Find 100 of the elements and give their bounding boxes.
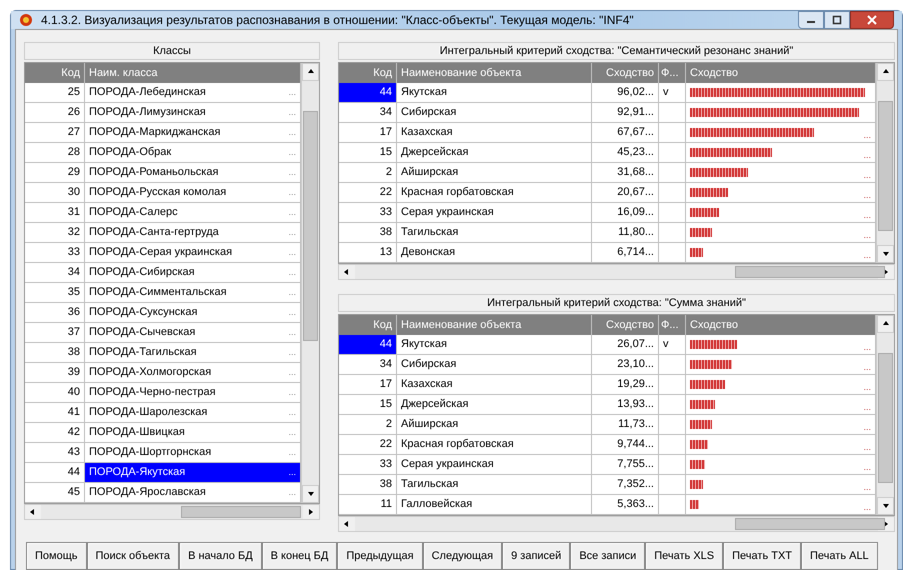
scrollbar-thumb[interactable]	[878, 101, 893, 231]
table-cell: Казахская	[397, 123, 592, 143]
table-row[interactable]: 22 Красная горбатовская 20,67... ...	[339, 183, 876, 203]
table-row[interactable]: 44 ПОРОДА-Якутская ...	[25, 463, 301, 483]
table-row[interactable]: 34 Сибирская 23,10... ...	[339, 355, 876, 375]
table-row[interactable]: 35 ПОРОДА-Симментальская ...	[25, 283, 301, 303]
table-row[interactable]: 38 ПОРОДА-Тагильская ...	[25, 343, 301, 363]
table-row[interactable]: 28 ПОРОДА-Обрак ...	[25, 143, 301, 163]
table-cell: 38	[339, 475, 397, 495]
table-cell: Серая украинская	[397, 455, 592, 475]
table-cell: Джерсейская	[397, 143, 592, 163]
table-cell: Тагильская	[397, 223, 592, 243]
vertical-scrollbar[interactable]	[876, 315, 894, 515]
table-row[interactable]: 31 ПОРОДА-Салерс ...	[25, 203, 301, 223]
toolbar-button[interactable]: Следующая	[422, 542, 502, 570]
table-cell: 17	[339, 375, 397, 395]
table-row[interactable]: 15 Джерсейская 45,23... ...	[339, 143, 876, 163]
table-row[interactable]: 29 ПОРОДА-Романьольская ...	[25, 163, 301, 183]
table-row[interactable]: 38 Тагильская 7,352... ...	[339, 475, 876, 495]
table-cell: 38	[339, 223, 397, 243]
class-name: ПОРОДА-Лимузинская	[89, 105, 206, 120]
table-row[interactable]: 26 ПОРОДА-Лимузинская ...	[25, 103, 301, 123]
toolbar-button[interactable]: Предыдущая	[337, 542, 423, 570]
horizontal-scrollbar[interactable]	[338, 264, 895, 280]
column-header[interactable]: Наименование объекта	[397, 315, 592, 335]
table-cell: 15	[339, 143, 397, 163]
table-row[interactable]: 22 Красная горбатовская 9,744... ...	[339, 435, 876, 455]
table-cell: Айширская	[397, 163, 592, 183]
table-row[interactable]: 43 ПОРОДА-Шортгорнская ...	[25, 443, 301, 463]
table-row[interactable]: 2 Айширская 11,73... ...	[339, 415, 876, 435]
table-row[interactable]: 37 ПОРОДА-Сычевская ...	[25, 323, 301, 343]
table-row[interactable]: 32 ПОРОДА-Санта-гертруда ...	[25, 223, 301, 243]
table-row[interactable]: 38 Тагильская 11,80... ...	[339, 223, 876, 243]
table-row[interactable]: 17 Казахская 19,29... ...	[339, 375, 876, 395]
toolbar-button[interactable]: Поиск объекта	[86, 542, 180, 570]
column-header[interactable]: Наименование объекта	[397, 63, 592, 83]
scrollbar-thumb[interactable]	[735, 266, 885, 278]
table-row[interactable]: 17 Казахская 67,67... ...	[339, 123, 876, 143]
toolbar-button[interactable]: 9 записей	[502, 542, 570, 570]
toolbar-button[interactable]: Все записи	[570, 542, 646, 570]
table-row[interactable]: 44 Якутская 26,07... v ...	[339, 335, 876, 355]
column-header[interactable]: Сходство	[592, 63, 659, 83]
column-header[interactable]: Сходство	[686, 315, 876, 335]
class-name: ПОРОДА-Лебединская	[89, 85, 206, 100]
scrollbar-thumb[interactable]	[735, 518, 885, 530]
close-button[interactable]	[850, 11, 894, 29]
ellipsis: ...	[288, 266, 296, 279]
ellipsis: ...	[288, 406, 296, 419]
table-row[interactable]: 27 ПОРОДА-Маркиджанская ...	[25, 123, 301, 143]
table-cell: Казахская	[397, 375, 592, 395]
table-row[interactable]: 39 ПОРОДА-Холмогорская ...	[25, 363, 301, 383]
scrollbar-thumb[interactable]	[181, 506, 301, 518]
horizontal-scrollbar[interactable]	[24, 504, 320, 520]
table-row[interactable]: 44 Якутская 96,02... v	[339, 83, 876, 103]
column-header[interactable]: Наим. класса	[85, 63, 301, 83]
table-row[interactable]: 34 ПОРОДА-Сибирская ...	[25, 263, 301, 283]
table-row[interactable]: 15 Джерсейская 13,93... ...	[339, 395, 876, 415]
table-row[interactable]: 42 ПОРОДА-Швицкая ...	[25, 423, 301, 443]
toolbar-button[interactable]: Помощь	[26, 542, 86, 570]
column-header[interactable]: Код	[339, 63, 397, 83]
table-row[interactable]: 36 ПОРОДА-Суксунская ...	[25, 303, 301, 323]
table-cell: 5,363...	[592, 495, 659, 515]
ellipsis: ...	[288, 146, 296, 159]
toolbar-button[interactable]: В начало БД	[179, 542, 262, 570]
column-header[interactable]: Ф...	[659, 63, 686, 83]
table-row[interactable]: 13 Девонская 6,714... ...	[339, 243, 876, 263]
table-cell: Сибирская	[397, 355, 592, 375]
vertical-scrollbar[interactable]	[876, 63, 894, 263]
ellipsis: ...	[863, 231, 871, 240]
maximize-button[interactable]	[824, 11, 850, 29]
table-row[interactable]: 33 Серая украинская 7,755... ...	[339, 455, 876, 475]
column-header[interactable]: Сходство	[686, 63, 876, 83]
table-row[interactable]: 11 Галловейская 5,363... ...	[339, 495, 876, 515]
table-row[interactable]: 41 ПОРОДА-Шаролезская ...	[25, 403, 301, 423]
toolbar-button[interactable]: Печать ALL	[801, 542, 878, 570]
table-cell: 11,73...	[592, 415, 659, 435]
toolbar-button[interactable]: Печать TXT	[723, 542, 802, 570]
table-row[interactable]: 34 Сибирская 92,91...	[339, 103, 876, 123]
scrollbar-thumb[interactable]	[878, 353, 893, 483]
column-header[interactable]: Сходство	[592, 315, 659, 335]
table-cell: Галловейская	[397, 495, 592, 515]
toolbar-button[interactable]: Печать XLS	[645, 542, 724, 570]
column-header[interactable]: Ф...	[659, 315, 686, 335]
table-row[interactable]: 40 ПОРОДА-Черно-пестрая ...	[25, 383, 301, 403]
class-name: ПОРОДА-Маркиджанская	[89, 125, 220, 140]
table-row[interactable]: 33 ПОРОДА-Серая украинская ...	[25, 243, 301, 263]
table-row[interactable]: 33 Серая украинская 16,09... ...	[339, 203, 876, 223]
table-row[interactable]: 25 ПОРОДА-Лебединская ...	[25, 83, 301, 103]
table-row[interactable]: 2 Айширская 31,68... ...	[339, 163, 876, 183]
horizontal-scrollbar[interactable]	[338, 516, 895, 532]
toolbar-button[interactable]: В конец БД	[262, 542, 338, 570]
column-header[interactable]: Код	[25, 63, 85, 83]
minimize-button[interactable]	[798, 11, 824, 29]
table-row[interactable]: 30 ПОРОДА-Русская комолая ...	[25, 183, 301, 203]
table-row[interactable]: 45 ПОРОДА-Ярославская ...	[25, 483, 301, 503]
scrollbar-thumb[interactable]	[303, 111, 318, 341]
column-header[interactable]: Код	[339, 315, 397, 335]
vertical-scrollbar[interactable]	[301, 63, 319, 503]
table-cell: 45,23...	[592, 143, 659, 163]
ellipsis: ...	[863, 463, 871, 472]
